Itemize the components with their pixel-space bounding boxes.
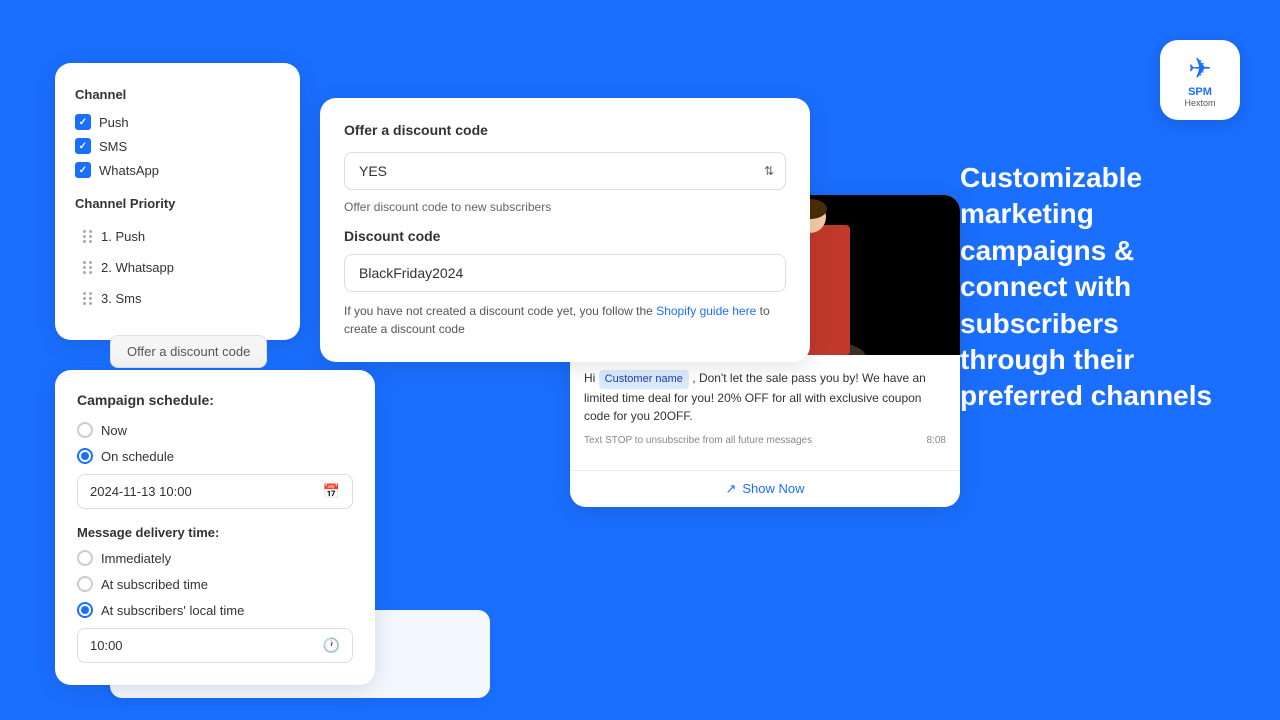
discount-select[interactable]: YES NO [344,152,786,190]
guide-text: If you have not created a discount code … [344,302,786,338]
priority-whatsapp-label: 2. Whatsapp [101,260,174,275]
push-label: Push [99,115,129,130]
discount-card: Offer a discount code YES NO ⇅ Offer dis… [320,98,810,362]
radio-immediately[interactable]: Immediately [77,550,353,566]
priority-push[interactable]: 1. Push [75,223,280,250]
whatsapp-checkbox[interactable] [75,162,91,178]
behind-offer-label: Offer a discount code [127,344,250,359]
channel-sms: SMS [75,138,280,154]
radio-schedule-label: On schedule [101,449,174,464]
show-now-label: Show Now [742,481,804,496]
plane-icon: ✈ [1188,52,1211,85]
discount-hint: Offer discount code to new subscribers [344,200,786,214]
channel-whatsapp: WhatsApp [75,162,280,178]
radio-schedule-circle[interactable] [77,448,93,464]
priority-sms-label: 3. Sms [101,291,141,306]
radio-immediately-label: Immediately [101,551,171,566]
date-input[interactable] [90,484,323,499]
unsubscribe-row: Text STOP to unsubscribe from all future… [584,435,946,446]
show-now-button[interactable]: ↗ Show Now [570,470,960,507]
priority-section: Channel Priority 1. Push 2. Whatsapp [75,196,280,312]
radio-immediately-circle[interactable] [77,550,93,566]
unsubscribe-text: Text STOP to unsubscribe from all future… [584,435,812,446]
delivery-title: Message delivery time: [77,525,353,540]
time-input[interactable] [90,638,323,653]
radio-schedule[interactable]: On schedule [77,448,353,464]
channel-title: Channel [75,87,280,102]
channel-push: Push [75,114,280,130]
date-input-wrapper: 📅 [77,474,353,509]
radio-local-time[interactable]: At subscribers' local time [77,602,353,618]
hero-text: Customizable marketing campaigns & conne… [960,160,1230,415]
calendar-icon: 📅 [323,483,340,500]
behind-offer-button[interactable]: Offer a discount code [110,335,267,368]
sms-checkbox[interactable] [75,138,91,154]
spm-title: SPM [1188,87,1212,98]
message-body: Hi Customer name , Don't let the sale pa… [570,355,960,470]
channel-card: Channel Push SMS WhatsApp Channel Priori… [55,63,300,340]
time-input-wrapper: 🕐 [77,628,353,663]
message-text: Hi Customer name , Don't let the sale pa… [584,369,946,425]
external-link-icon: ↗ [725,481,736,497]
radio-subscribed-time[interactable]: At subscribed time [77,576,353,592]
clock-icon: 🕐 [323,637,340,654]
radio-subscribed-circle[interactable] [77,576,93,592]
priority-push-label: 1. Push [101,229,145,244]
customer-name-badge: Customer name [599,370,689,389]
greeting-text: Hi [584,371,599,385]
guide-prefix: If you have not created a discount code … [344,304,656,318]
radio-subscribed-label: At subscribed time [101,577,208,592]
push-checkbox[interactable] [75,114,91,130]
sms-label: SMS [99,139,127,154]
shopify-guide-link[interactable]: Shopify guide here [656,304,756,318]
drag-handle-push[interactable] [83,230,93,243]
radio-now-label: Now [101,423,127,438]
priority-sms[interactable]: 3. Sms [75,285,280,312]
radio-now[interactable]: Now [77,422,353,438]
radio-local-label: At subscribers' local time [101,603,244,618]
hextom-subtitle: Hextom [1184,98,1215,109]
drag-handle-whatsapp[interactable] [83,261,93,274]
discount-code-title: Discount code [344,228,786,244]
radio-now-circle[interactable] [77,422,93,438]
radio-local-circle[interactable] [77,602,93,618]
drag-handle-sms[interactable] [83,292,93,305]
campaign-card: Campaign schedule: Now On schedule 📅 Mes… [55,370,375,685]
select-wrapper: YES NO ⇅ [344,152,786,190]
campaign-title: Campaign schedule: [77,392,353,408]
discount-code-input[interactable] [344,254,786,292]
timestamp: 8:08 [927,435,946,446]
spm-logo: ✈ SPM Hextom [1160,40,1240,120]
priority-whatsapp[interactable]: 2. Whatsapp [75,254,280,281]
priority-title: Channel Priority [75,196,280,211]
discount-title: Offer a discount code [344,122,786,138]
whatsapp-label: WhatsApp [99,163,159,178]
